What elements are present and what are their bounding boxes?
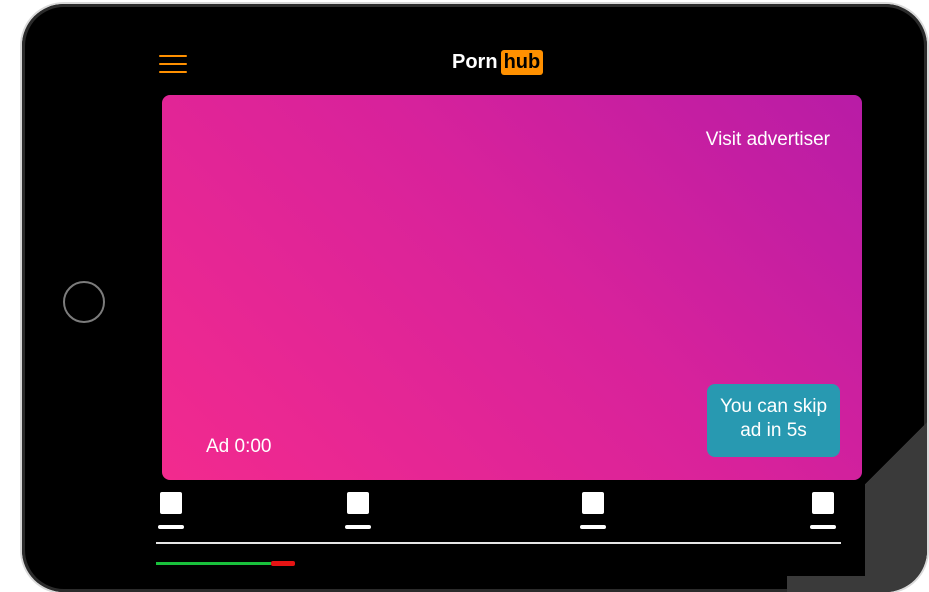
divider-line bbox=[156, 542, 841, 544]
hamburger-menu-icon[interactable] bbox=[159, 55, 187, 75]
square-tab-icon bbox=[160, 492, 182, 514]
square-tab-icon bbox=[582, 492, 604, 514]
square-tab-icon bbox=[812, 492, 834, 514]
visit-advertiser-link[interactable]: Visit advertiser bbox=[706, 129, 830, 151]
progress-played[interactable] bbox=[156, 562, 271, 565]
nav-tab-1[interactable] bbox=[158, 492, 188, 532]
tab-label-bar bbox=[345, 525, 371, 529]
ad-timer: Ad 0:00 bbox=[206, 436, 272, 457]
video-ad-player[interactable]: Visit advertiser Ad 0:00 You can skip ad… bbox=[162, 95, 862, 480]
square-tab-icon bbox=[347, 492, 369, 514]
skip-ad-button[interactable]: You can skip ad in 5s bbox=[707, 384, 840, 457]
skip-ad-line-1: You can skip bbox=[719, 396, 828, 417]
app-screen: Porn hub Visit advertiser Ad 0:00 You ca… bbox=[125, 32, 865, 576]
tab-label-bar bbox=[580, 525, 606, 529]
logo-text-primary: Porn bbox=[452, 50, 498, 73]
skip-ad-line-2: ad in 5s bbox=[740, 420, 807, 441]
logo-text-highlight: hub bbox=[500, 49, 544, 75]
nav-tab-4[interactable] bbox=[810, 492, 840, 532]
site-logo[interactable]: Porn hub bbox=[452, 48, 544, 76]
tablet-frame: Porn hub Visit advertiser Ad 0:00 You ca… bbox=[22, 4, 927, 592]
nav-tab-3[interactable] bbox=[580, 492, 610, 532]
home-button[interactable] bbox=[63, 281, 105, 323]
tab-label-bar bbox=[158, 525, 184, 529]
progress-ad-marker[interactable] bbox=[271, 561, 295, 566]
tab-label-bar bbox=[810, 525, 836, 529]
nav-tab-2[interactable] bbox=[345, 492, 375, 532]
